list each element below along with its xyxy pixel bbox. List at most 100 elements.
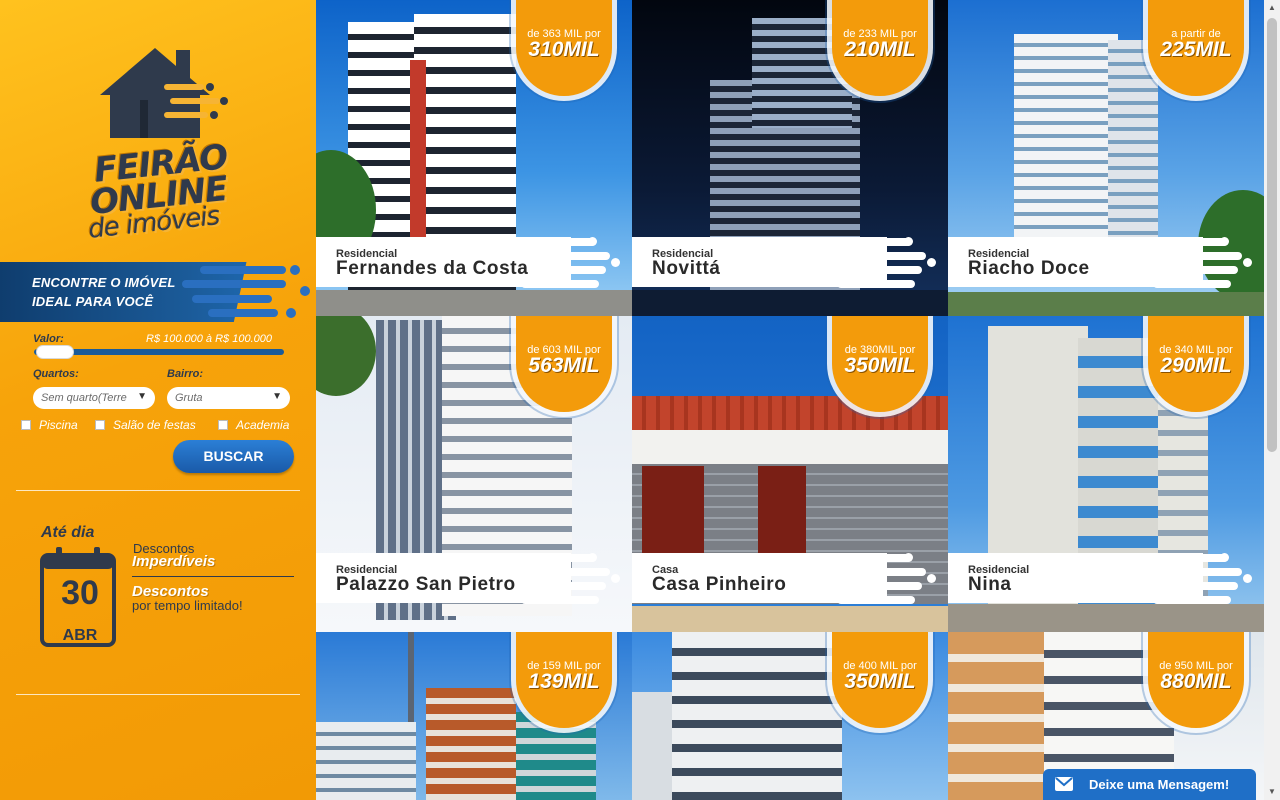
decor-dot [1220, 553, 1229, 562]
promo-day: 30 [61, 574, 99, 612]
decor-dot [588, 553, 597, 562]
checkbox-academia[interactable]: Academia [218, 418, 289, 432]
bairro-select[interactable]: Gruta ▼ [167, 387, 290, 409]
house-door [758, 466, 806, 556]
property-card[interactable]: de 603 MIL por 563MIL Residencial Palazz… [316, 316, 632, 632]
building-accent [410, 60, 426, 260]
property-card[interactable]: de 400 MIL por 350MIL [632, 632, 948, 800]
property-card[interactable]: de 233 MIL por 210MIL Residencial Novitt… [632, 0, 948, 316]
decor-streak [526, 568, 610, 576]
banner-streak [200, 266, 286, 274]
building-tower [672, 632, 842, 800]
banner-dot [290, 265, 300, 275]
divider [16, 490, 300, 491]
decor-streak [1158, 568, 1242, 576]
decor-dot [611, 258, 620, 267]
price-tag: de 603 MIL por 563MIL [516, 316, 612, 412]
price-value: 350MIL [844, 354, 916, 377]
promo-divider [132, 576, 294, 577]
checkbox-piscina[interactable]: Piscina [21, 418, 78, 432]
envelope-icon [1055, 777, 1073, 791]
property-name: Palazzo San Pietro [336, 574, 516, 595]
building-tower [948, 632, 1044, 800]
property-card[interactable]: a partir de 225MIL Residencial Riacho Do… [948, 0, 1264, 316]
property-card[interactable]: de 159 MIL por 139MIL [316, 632, 632, 800]
decor-streak [842, 568, 926, 576]
checkbox-box[interactable] [21, 420, 31, 430]
decor-streak [536, 266, 606, 274]
building-tower [632, 692, 672, 800]
checkbox-salao-de-festas[interactable]: Salão de festas [95, 418, 196, 432]
decor-streak [842, 252, 926, 260]
decor-dot [1220, 237, 1229, 246]
property-grid: de 363 MIL por 310MIL Residencial Fernan… [316, 0, 1264, 800]
chevron-down-icon: ▼ [137, 391, 147, 402]
decor-dot [588, 237, 597, 246]
chat-widget-label: Deixe uma Mensagem! [1089, 777, 1230, 792]
scroll-down-arrow-icon[interactable]: ▼ [1264, 784, 1280, 800]
quartos-select-value: Sem quarto(Terre [41, 392, 127, 404]
decor-dot [1243, 258, 1252, 267]
price-tag: a partir de 225MIL [1148, 0, 1244, 96]
checkbox-box[interactable] [95, 420, 105, 430]
banner-line-1: ENCONTRE O IMÓVEL [32, 275, 176, 290]
search-banner-text: ENCONTRE O IMÓVEL IDEAL PARA VOCÊ [32, 273, 176, 311]
quartos-select[interactable]: Sem quarto(Terre ▼ [33, 387, 155, 409]
price-tag: de 363 MIL por 310MIL [516, 0, 612, 96]
chat-widget-button[interactable]: Deixe uma Mensagem! [1043, 769, 1256, 800]
decor-dot [611, 574, 620, 583]
ground [948, 292, 1264, 316]
page-scrollbar[interactable]: ▲ ▼ [1264, 0, 1280, 800]
price-value: 210MIL [844, 38, 916, 61]
decor-streak [852, 266, 922, 274]
buscar-button[interactable]: BUSCAR [173, 440, 294, 473]
property-card[interactable]: de 363 MIL por 310MIL Residencial Fernan… [316, 0, 632, 316]
divider [16, 694, 300, 695]
property-name: Fernandes da Costa [336, 258, 529, 279]
property-name: Riacho Doce [968, 258, 1090, 279]
chevron-down-icon: ▼ [272, 391, 282, 402]
banner-streak [192, 295, 272, 303]
checkbox-box[interactable] [218, 420, 228, 430]
promo-month: ABR [62, 627, 98, 644]
price-value: 350MIL [844, 670, 916, 693]
price-tag: de 233 MIL por 210MIL [832, 0, 928, 96]
decor-streak [521, 280, 599, 288]
decor-streak [1153, 280, 1231, 288]
price-value: 563MIL [528, 354, 600, 377]
promo-line-2: Imperdíveis [132, 553, 216, 570]
scroll-up-arrow-icon[interactable]: ▲ [1264, 0, 1280, 16]
decor-streak [1153, 596, 1231, 604]
property-name: Nina [968, 574, 1012, 595]
site-logo[interactable]: FEIRÃO ONLINE de imóveis [70, 40, 260, 245]
valor-slider-handle[interactable] [36, 345, 75, 359]
property-card[interactable]: de 380MIL por 350MIL Casa Casa Pinheiro [632, 316, 948, 632]
valor-label: Valor: [33, 333, 64, 345]
house-wall [632, 430, 948, 464]
valor-range-text: R$ 100.000 à R$ 100.000 [146, 333, 272, 345]
bairro-select-value: Gruta [175, 392, 203, 404]
promo-ate-dia: Até dia [41, 524, 95, 541]
price-value: 880MIL [1160, 670, 1232, 693]
decor-dot [904, 237, 913, 246]
sidebar: FEIRÃO ONLINE de imóveis ENCONTRE O IMÓV… [0, 0, 316, 800]
decor-dot [927, 258, 936, 267]
banner-dot [286, 308, 296, 318]
decor-streak [521, 596, 599, 604]
property-card[interactable]: de 340 MIL por 290MIL Residencial Nina [948, 316, 1264, 632]
house-logo-icon [100, 48, 228, 138]
decor-streak [1168, 266, 1238, 274]
decor-streak [1158, 252, 1242, 260]
price-value: 225MIL [1160, 38, 1232, 61]
quartos-label: Quartos: [33, 368, 79, 380]
building-tower [316, 722, 416, 800]
checkbox-label: Academia [236, 418, 290, 432]
checkbox-label: Salão de festas [113, 418, 196, 432]
decor-streak [536, 582, 606, 590]
scrollbar-thumb[interactable] [1267, 18, 1277, 452]
decor-dot [1243, 574, 1252, 583]
decor-streak [837, 280, 915, 288]
price-value: 139MIL [528, 670, 600, 693]
decor-streak [837, 596, 915, 604]
ground [632, 290, 948, 316]
